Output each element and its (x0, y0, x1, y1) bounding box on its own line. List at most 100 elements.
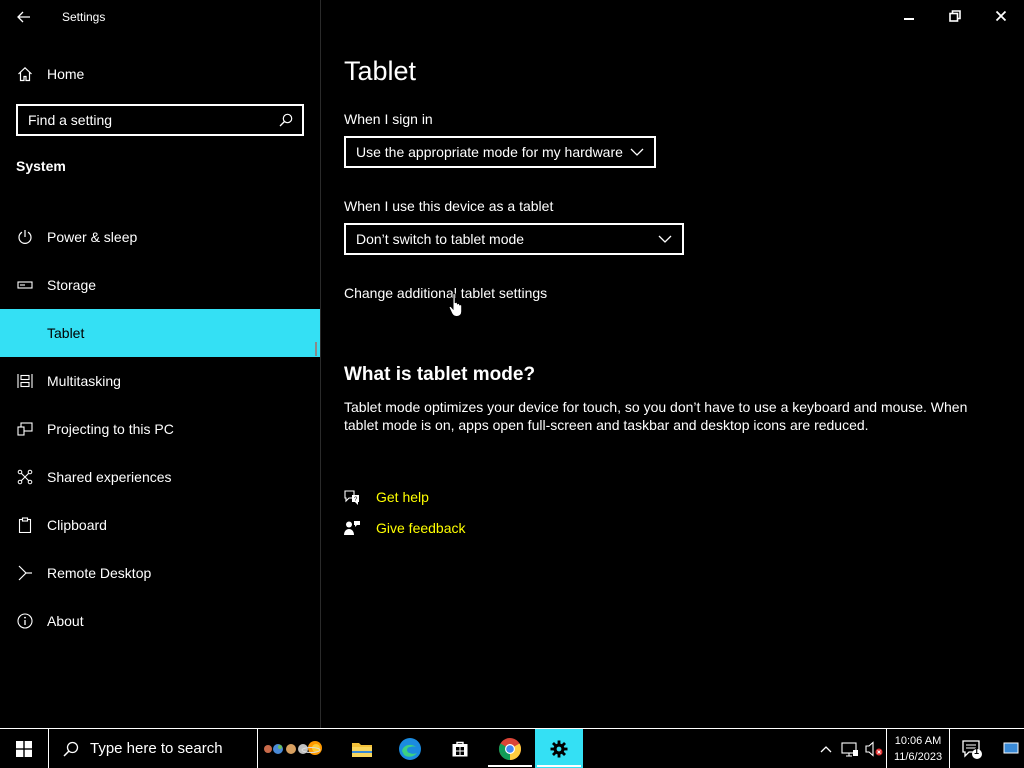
sidebar-item-storage[interactable]: Storage (0, 261, 320, 309)
folder-icon (352, 742, 372, 757)
app-title: Settings (62, 10, 106, 24)
tablet-icon (16, 324, 34, 342)
remote-desktop-icon (16, 564, 34, 582)
taskbar-planets-app[interactable] (258, 729, 338, 768)
sign-in-mode-value: Use the appropriate mode for my hardware (356, 144, 623, 160)
sidebar-item-projecting[interactable]: Projecting to this PC (0, 405, 320, 453)
page-title: Tablet (344, 56, 417, 86)
sidebar-item-remote-desktop[interactable]: Remote Desktop (0, 549, 320, 597)
show-hidden-icons-button[interactable] (814, 729, 838, 768)
sidebar-item-label: Multitasking (47, 373, 121, 389)
chevron-down-icon (658, 235, 672, 243)
system-group-label: System (16, 158, 66, 174)
start-button[interactable] (0, 729, 48, 768)
sidebar-item-label: Home (47, 66, 85, 82)
sidebar-item-label: Power & sleep (47, 229, 138, 245)
running-indicator (537, 765, 581, 767)
search-placeholder: Find a setting (28, 112, 113, 128)
taskbar-store[interactable] (436, 729, 484, 768)
sidebar-scrollbar[interactable] (315, 342, 317, 356)
back-button[interactable] (10, 5, 38, 29)
taskbar-search-placeholder: Type here to search (90, 740, 223, 757)
chrome-browser-icon (499, 737, 521, 760)
get-help-label: Get help (376, 489, 429, 505)
minimize-icon (904, 18, 914, 20)
sidebar-item-multitasking[interactable]: Multitasking (0, 357, 320, 405)
desktop-icon (1003, 742, 1019, 753)
multitasking-icon (16, 372, 34, 390)
network-tray-button[interactable] (838, 729, 862, 768)
tablet-switch-value: Don’t switch to tablet mode (356, 231, 525, 247)
find-setting-search-input[interactable]: Find a setting (16, 104, 304, 136)
sidebar-item-label: Remote Desktop (47, 565, 152, 581)
tablet-mode-description: Tablet mode optimizes your device for to… (344, 399, 968, 433)
volume-tray-button[interactable] (862, 729, 886, 768)
close-button[interactable] (978, 0, 1024, 32)
taskbar: Type here to search 10:06 AM 11/6/2023 1 (0, 728, 1024, 768)
taskbar-settings[interactable] (535, 729, 583, 768)
search-icon[interactable] (276, 110, 296, 130)
sidebar: Settings Home Find a setting System Powe… (0, 0, 320, 728)
gear-icon (550, 740, 568, 757)
storage-icon (16, 276, 34, 294)
sidebar-item-label: Projecting to this PC (47, 421, 174, 437)
close-icon (995, 10, 1007, 22)
sidebar-item-tablet[interactable]: Tablet (0, 309, 320, 357)
minimize-button[interactable] (886, 0, 932, 32)
show-desktop-button[interactable] (998, 729, 1024, 768)
sidebar-item-power-sleep[interactable]: Power & sleep (0, 213, 320, 261)
taskbar-clock[interactable]: 10:06 AM 11/6/2023 (886, 729, 950, 768)
sidebar-item-about[interactable]: About (0, 597, 320, 645)
sidebar-item-shared-experiences[interactable]: Shared experiences (0, 453, 320, 501)
back-arrow-icon (17, 11, 30, 23)
clock-time: 10:06 AM (894, 734, 942, 747)
edge-browser-icon (399, 737, 421, 760)
clock-date: 11/6/2023 (893, 750, 943, 763)
sidebar-item-label: Tablet (47, 325, 85, 341)
taskbar-edge[interactable] (386, 729, 434, 768)
chevron-down-icon (630, 148, 644, 156)
restore-button[interactable] (932, 0, 978, 32)
tablet-use-label: When I use this device as a tablet (344, 198, 554, 214)
home-icon (16, 65, 34, 83)
sidebar-item-label: Clipboard (47, 517, 107, 533)
sign-in-label: When I sign in (344, 111, 433, 127)
get-help-link[interactable]: ? Get help (343, 487, 429, 507)
clipboard-icon (16, 516, 34, 534)
store-icon (452, 741, 468, 756)
change-additional-tablet-settings-link[interactable]: Change additional tablet settings (344, 285, 547, 301)
notification-icon (962, 739, 982, 759)
power-icon (16, 228, 34, 246)
give-feedback-icon (343, 519, 361, 537)
taskbar-search-box[interactable]: Type here to search (48, 729, 258, 768)
what-is-tablet-mode-heading: What is tablet mode? (344, 364, 536, 385)
give-feedback-label: Give feedback (376, 520, 466, 536)
get-help-icon: ? (343, 488, 361, 506)
info-icon (16, 612, 34, 630)
sidebar-item-label: Shared experiences (47, 469, 172, 485)
hand-cursor-icon (448, 292, 463, 317)
sidebar-item-label: About (47, 613, 84, 629)
sidebar-divider (320, 0, 321, 728)
sidebar-item-label: Storage (47, 277, 97, 293)
shared-experiences-icon (16, 468, 34, 486)
projecting-icon (16, 420, 34, 438)
give-feedback-link[interactable]: Give feedback (343, 518, 466, 538)
taskbar-chrome[interactable] (486, 729, 534, 768)
tablet-switch-dropdown[interactable]: Don’t switch to tablet mode (344, 223, 684, 255)
search-icon (63, 741, 79, 757)
planets-icon (264, 740, 322, 755)
volume-muted-icon (865, 740, 883, 757)
network-icon (841, 741, 858, 757)
restore-icon (949, 10, 961, 22)
action-center-button[interactable]: 1 (952, 729, 992, 768)
taskbar-file-explorer[interactable] (338, 729, 386, 768)
sign-in-mode-dropdown[interactable]: Use the appropriate mode for my hardware (344, 136, 656, 168)
running-indicator (488, 765, 532, 767)
chevron-up-icon (820, 745, 832, 752)
windows-logo-icon (16, 740, 32, 757)
sidebar-item-home[interactable]: Home (0, 58, 320, 90)
sidebar-item-clipboard[interactable]: Clipboard (0, 501, 320, 549)
sidebar-nav-list: Power & sleep Storage Tablet Multitaskin… (0, 213, 320, 645)
notification-count: 1 (974, 746, 980, 756)
